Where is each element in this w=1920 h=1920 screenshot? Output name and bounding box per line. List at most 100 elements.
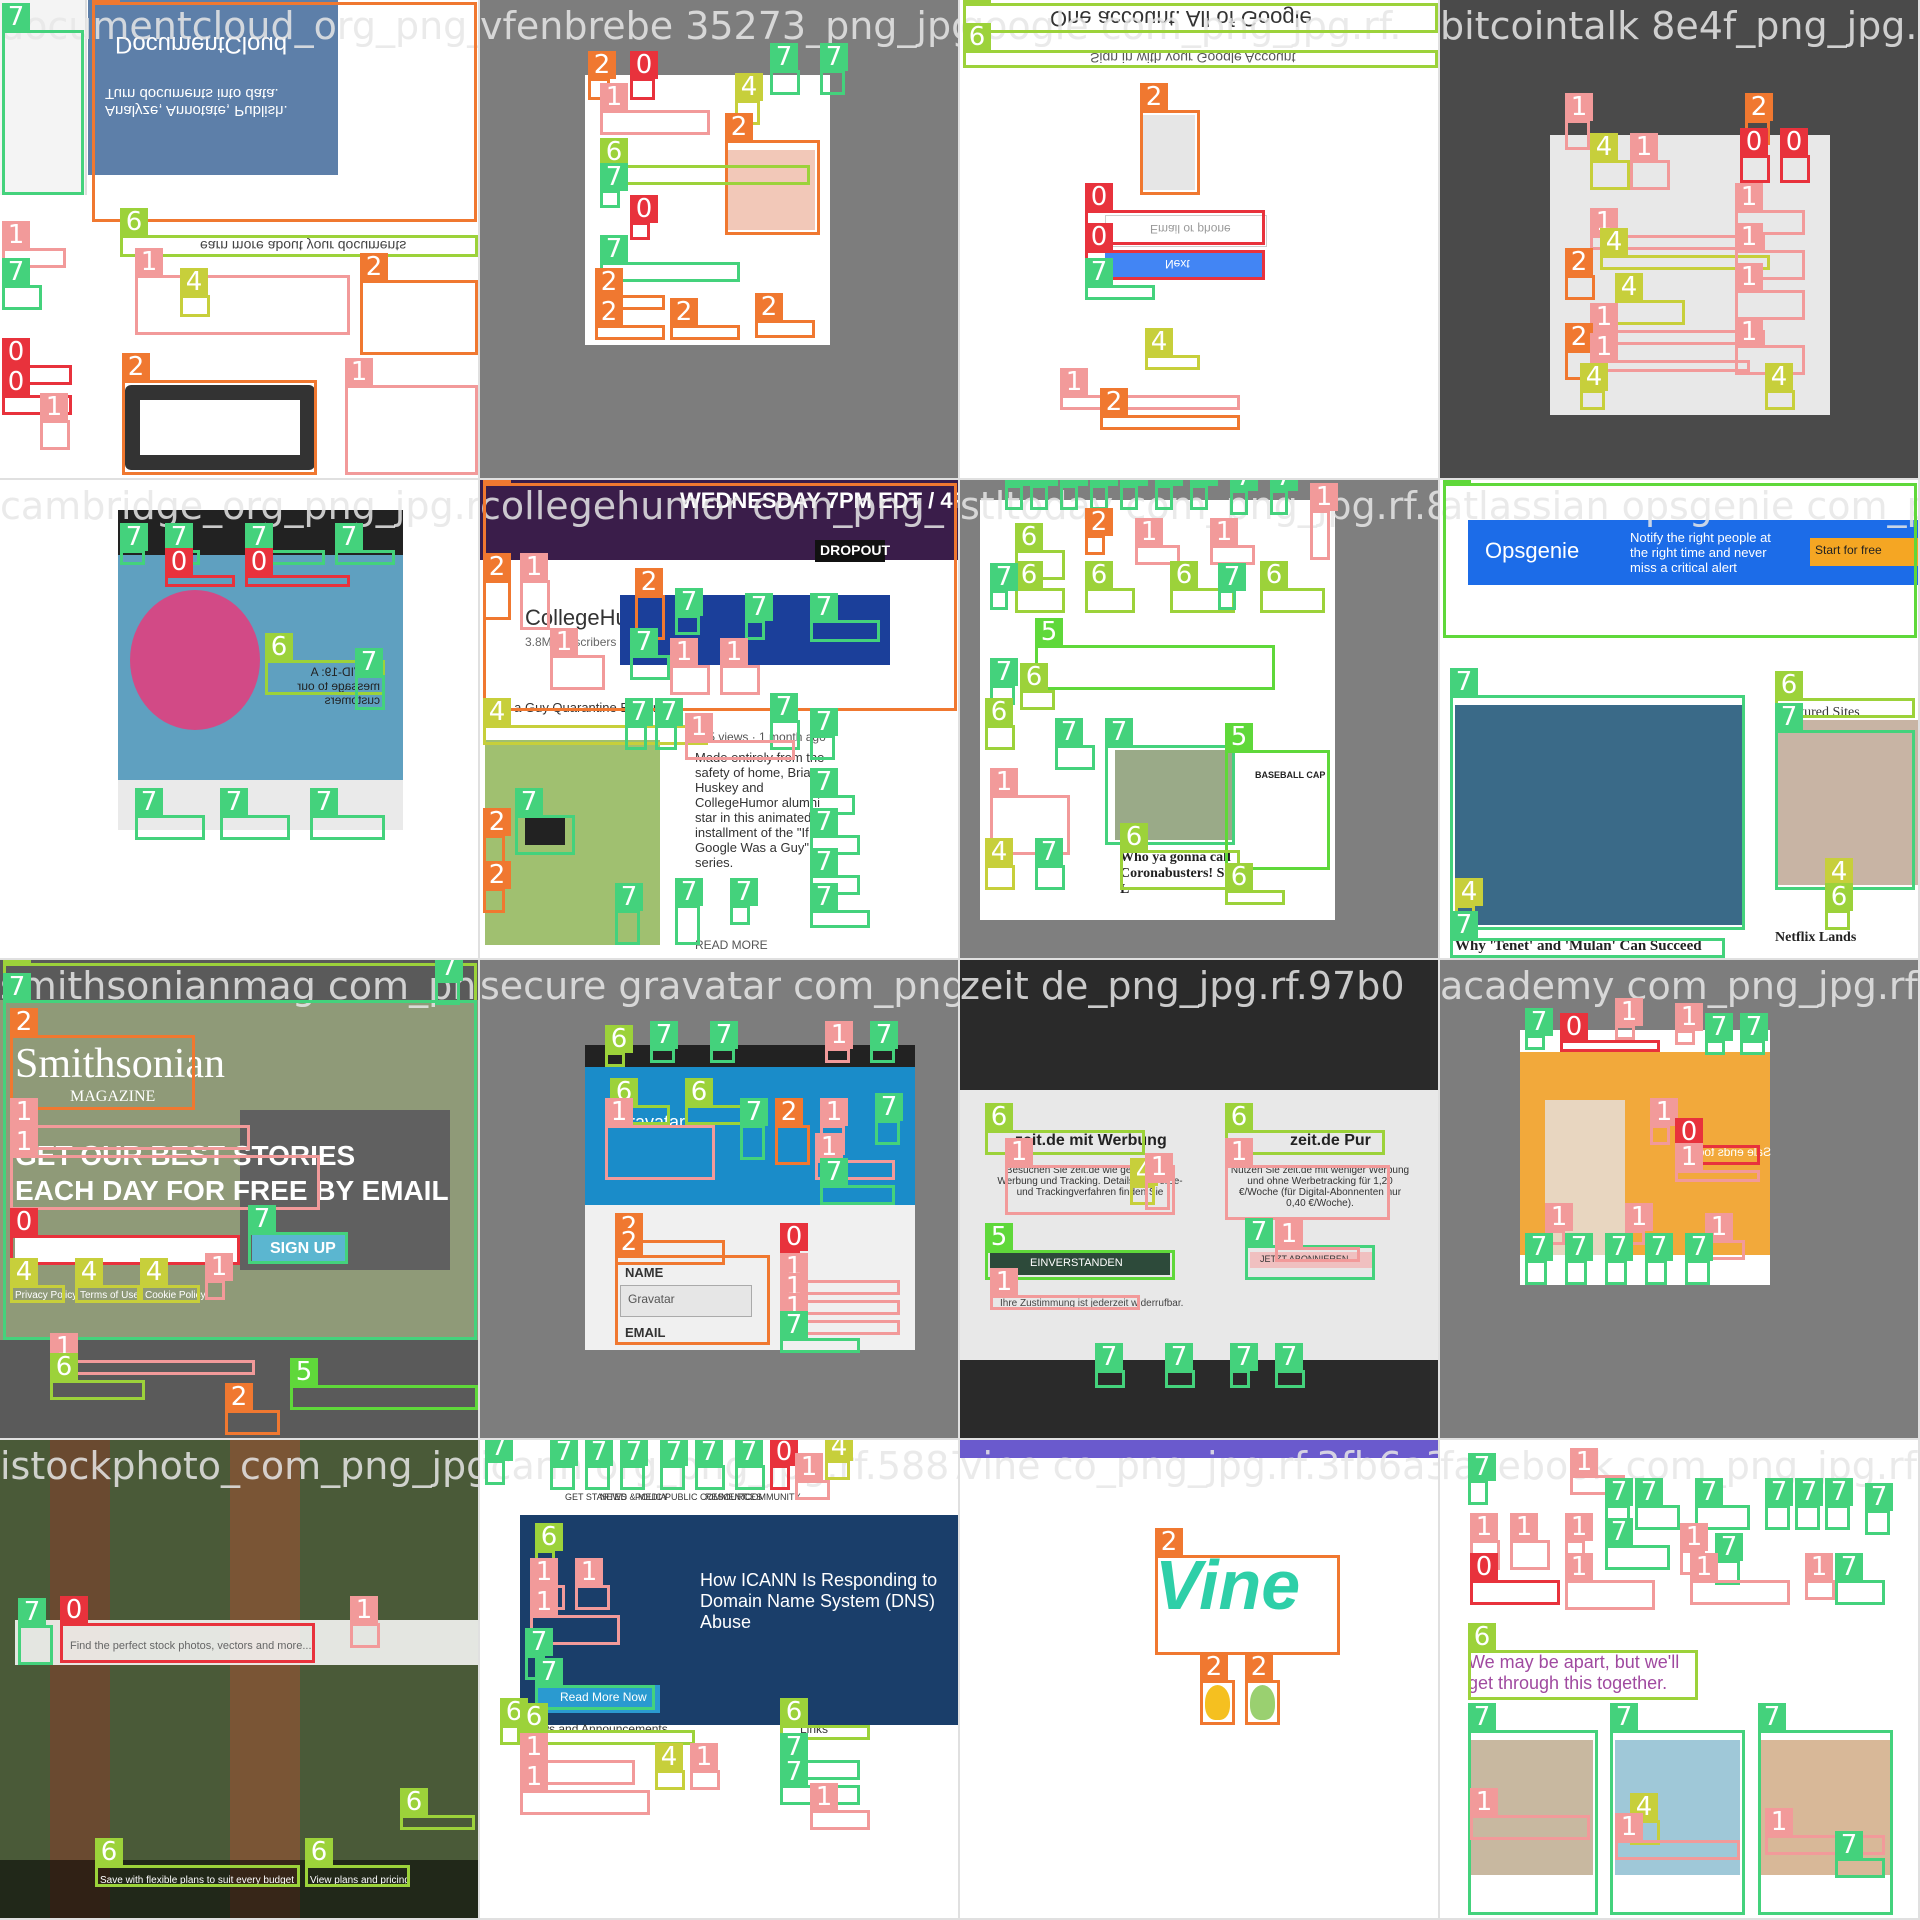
- box-7: 7: [1450, 911, 1725, 958]
- box-6: 6: [305, 1838, 410, 1887]
- box-7: 7: [740, 1098, 768, 1160]
- box-0: 0: [630, 195, 658, 240]
- box-7: 7: [675, 588, 703, 635]
- detection-mosaic: DocumentCloud Analyze, Annotate, Publish…: [0, 0, 1920, 1920]
- box-7: 7: [1120, 480, 1148, 510]
- box-1: 1: [1470, 1788, 1590, 1840]
- box-1: 1: [1650, 1098, 1678, 1145]
- box-7: 7: [710, 1021, 738, 1063]
- tile-opsgenie: Opsgenie Notify the right people at the …: [1440, 480, 1920, 960]
- box-6: 6: [400, 1788, 475, 1830]
- box-7: 7: [310, 788, 385, 840]
- box-7: 7: [1740, 1013, 1768, 1055]
- box-0: 0: [1560, 1013, 1660, 1052]
- box-4: 4: [1615, 273, 1685, 325]
- tile-google-signin: One account. All of Google Sign in with …: [960, 0, 1440, 480]
- box-4: 4: [1145, 328, 1200, 370]
- box-7: 7: [1685, 1233, 1713, 1285]
- nav-3[interactable]: POLICY: [635, 1492, 668, 1502]
- box-5: 5: [1443, 480, 1917, 638]
- box-1: 1: [1675, 1143, 1760, 1182]
- box-7: 7: [1565, 1233, 1593, 1285]
- other-story: Netflix Lands: [1775, 930, 1857, 945]
- box-4: 4: [1765, 363, 1795, 410]
- box-2: 2: [595, 298, 665, 340]
- box-6: 6: [1260, 561, 1325, 613]
- box-4: 4: [1590, 133, 1630, 190]
- box-7: 7: [1155, 480, 1183, 510]
- box-7: 7: [1005, 480, 1033, 510]
- box-5: 5: [1035, 618, 1275, 690]
- box-7: 7: [1835, 1553, 1885, 1605]
- box-7: 7: [120, 523, 148, 565]
- box-6: 6: [1020, 663, 1055, 710]
- box-2: 2: [1245, 1653, 1280, 1725]
- box-1: 1: [1675, 1003, 1703, 1045]
- box-7: 7: [1035, 838, 1065, 890]
- box-7: 7: [1270, 480, 1298, 515]
- box-1: 1: [50, 1333, 255, 1375]
- box-1: 1: [1310, 483, 1338, 560]
- tile-cambridge: COVID-19: A message to our customers cam…: [0, 480, 480, 960]
- box-7: 7: [655, 698, 683, 750]
- tile-gravatar: Gravatar NAME Gravatar EMAIL secure grav…: [480, 960, 960, 1440]
- box-1: 1: [1225, 1138, 1390, 1220]
- read-more-link[interactable]: READ MORE: [695, 938, 768, 952]
- box-1: 1: [795, 1453, 830, 1500]
- box-7: 7: [745, 593, 773, 640]
- box-7: 7: [1525, 1233, 1553, 1285]
- box-7: 7: [1218, 563, 1246, 610]
- box-7: 7: [695, 1440, 725, 1490]
- box-6: 6: [50, 1353, 145, 1400]
- box-6: 6: [95, 1838, 300, 1887]
- box-1: 1: [1565, 1553, 1655, 1610]
- box-0: 0: [245, 548, 350, 587]
- box-7: 7: [1085, 258, 1155, 300]
- tile-icann: How ICANN Is Responding to Domain Name S…: [480, 1440, 960, 1920]
- icann-headline: How ICANN Is Responding to Domain Name S…: [700, 1570, 938, 1632]
- box-7: 7: [1275, 1343, 1305, 1388]
- box-6: 6: [500, 1698, 528, 1745]
- box-7: 7: [630, 628, 670, 680]
- box-6: 6: [963, 23, 1438, 68]
- box-4: 4: [825, 1440, 853, 1480]
- box-4: 4: [75, 1258, 140, 1303]
- box-7: 7: [870, 1021, 898, 1063]
- box-7: 7: [1060, 480, 1088, 510]
- box-7: 7: [1230, 1343, 1258, 1388]
- box-0: 0: [1740, 128, 1770, 183]
- box-1: 1: [350, 1596, 380, 1648]
- box-7: 7: [1865, 1483, 1893, 1535]
- box-7: 7: [810, 593, 880, 642]
- nav-6[interactable]: COMMUNITY: [745, 1492, 801, 1502]
- box-0: 0: [630, 51, 658, 100]
- box-5: 5: [290, 1358, 478, 1410]
- box-7: 7: [770, 43, 800, 95]
- box-0: 0: [1470, 1553, 1560, 1605]
- box-4: 4: [985, 838, 1015, 890]
- box-7: 7: [1190, 480, 1218, 510]
- box-1: 1: [605, 1098, 715, 1180]
- box-7: 7: [135, 788, 205, 840]
- box-7: 7: [820, 43, 848, 95]
- box-4: 4: [1580, 363, 1608, 410]
- box-2: 2: [122, 353, 317, 475]
- box-1: 1: [135, 248, 350, 335]
- box-7: 7: [2, 258, 42, 310]
- box-7: 7: [1835, 1831, 1885, 1878]
- box-6: 6: [1225, 863, 1285, 905]
- box-1: 1: [670, 638, 710, 695]
- box-2: 2: [225, 1383, 280, 1435]
- box-4: 4: [10, 1258, 65, 1303]
- box-1: 1: [550, 628, 605, 690]
- box-4: 4: [655, 1743, 685, 1790]
- box-7: 7: [485, 1440, 513, 1485]
- box-7: 7: [1525, 1008, 1553, 1050]
- box-0: 0: [770, 1440, 798, 1490]
- tile-collegehumor: WEDNESDAY 7PM EDT / 4PM PDT DROPOUT Coll…: [480, 480, 960, 960]
- box-7: 7: [1450, 668, 1745, 930]
- box-6: 6: [1085, 561, 1135, 613]
- box-7: 7: [1635, 1478, 1680, 1530]
- box-7: 7: [990, 563, 1018, 610]
- box-2: 2: [670, 298, 740, 340]
